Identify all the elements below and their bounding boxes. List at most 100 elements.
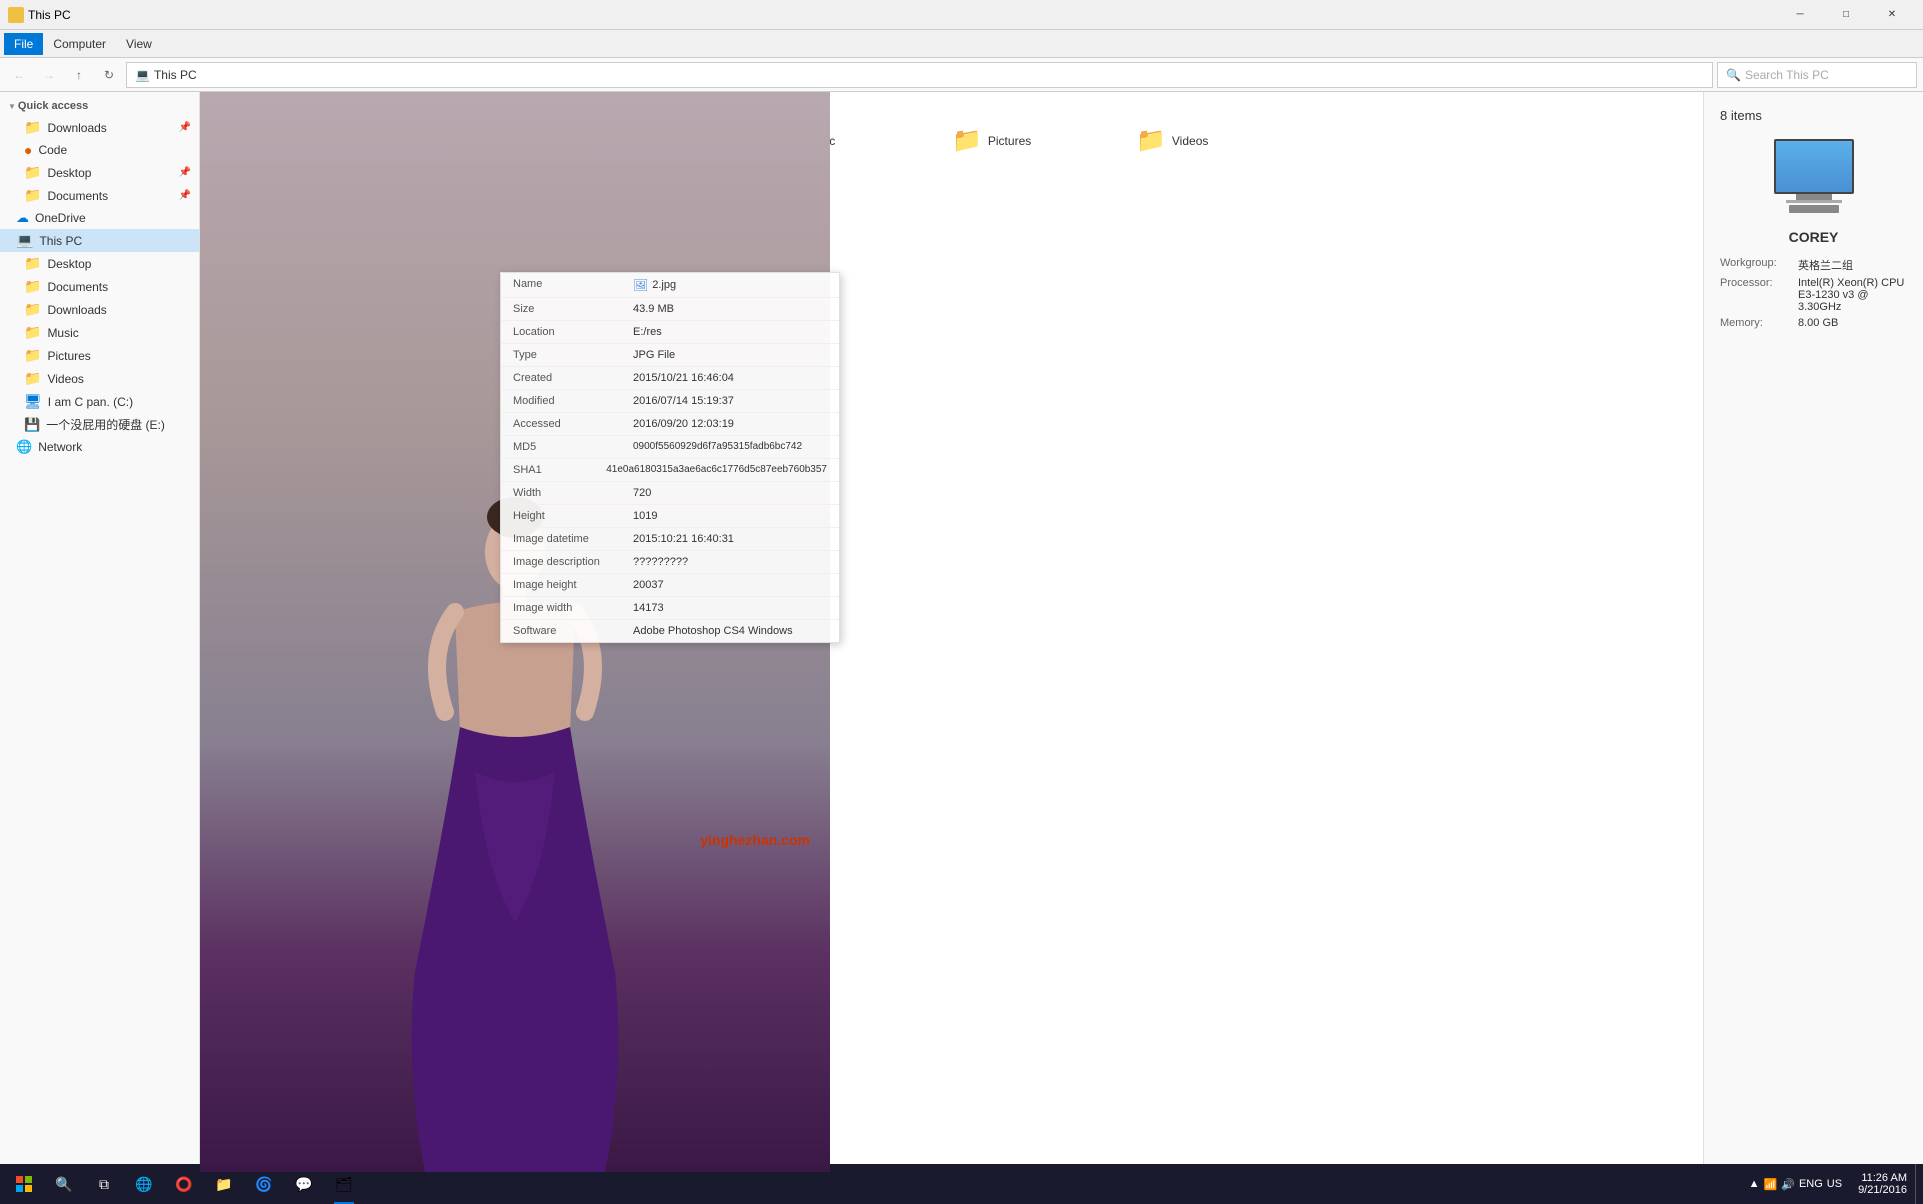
folder-icon: 📁 (1136, 126, 1166, 155)
info-label-type: Type (513, 349, 633, 361)
info-label-image-height: Image height (513, 579, 633, 591)
info-value-image-description: ????????? (633, 556, 827, 568)
content-area: ▼ Folders (6) 📁 Desktop 📁 Documents 📁 Do… (200, 92, 1703, 1172)
title-bar-controls: ─ □ ✕ (1777, 0, 1915, 30)
watermark: yinghezhan.com (700, 832, 810, 848)
pc-memory-label: Memory: (1720, 317, 1790, 329)
sidebar-item-label: OneDrive (35, 211, 86, 225)
sidebar-item-desktop-pc[interactable]: 📁 Desktop (0, 252, 199, 275)
ie-icon: 🌐 (135, 1176, 152, 1193)
sidebar-item-label: This PC (39, 234, 82, 248)
taskbar-cortana[interactable]: ⭕ (164, 1164, 204, 1204)
info-label-software: Software (513, 625, 633, 637)
taskbar-ie[interactable]: 🌐 (124, 1164, 164, 1204)
search-icon: 🔍 (55, 1176, 72, 1193)
sidebar-item-pictures[interactable]: 📁 Pictures (0, 344, 199, 367)
info-value-type: JPG File (633, 349, 827, 361)
sidebar-item-videos[interactable]: 📁 Videos (0, 367, 199, 390)
folder-item-videos[interactable]: 📁 Videos (1128, 122, 1308, 159)
monitor-screen (1774, 139, 1854, 194)
sidebar-item-downloads-pc[interactable]: 📁 Downloads (0, 298, 199, 321)
pc-name: COREY (1789, 229, 1839, 245)
sidebar-item-label: Downloads (47, 303, 106, 317)
folder-icon (8, 7, 24, 23)
title-bar-left: This PC (8, 7, 1777, 23)
chrome-icon: 🌀 (255, 1176, 272, 1193)
close-button[interactable]: ✕ (1869, 0, 1915, 30)
menu-view[interactable]: View (116, 33, 162, 55)
sidebar-item-desktop-quick[interactable]: 📁 Desktop 📌 (0, 161, 199, 184)
sidebar-item-music[interactable]: 📁 Music (0, 321, 199, 344)
info-value-sha1: 41e0a6180315a3ae6ac6c1776d5c87eeb760b357 (606, 464, 827, 476)
sidebar-item-onedrive[interactable]: ☁ OneDrive (0, 207, 199, 229)
menu-file[interactable]: File (4, 33, 43, 55)
info-value-image-datetime: 2015:10:21 16:40:31 (633, 533, 827, 545)
menu-computer[interactable]: Computer (43, 33, 116, 55)
sidebar-item-label: Downloads (47, 121, 106, 135)
info-value-image-height: 20037 (633, 579, 827, 591)
sidebar-item-drive-c[interactable]: 🖥 I am C pan. (C:) (0, 390, 199, 413)
info-label-location: Location (513, 326, 633, 338)
sidebar-item-documents-pc[interactable]: 📁 Documents (0, 275, 199, 298)
taskbar-system-tray: ▲ 📶 🔊 ENG US (1741, 1178, 1850, 1191)
info-value-md5: 0900f5560929d6f7a95315fadb6bc742 (633, 441, 827, 453)
folder-item-pictures[interactable]: 📁 Pictures (944, 122, 1124, 159)
sidebar-item-downloads-quick[interactable]: 📁 Downloads 📌 (0, 116, 199, 139)
title-bar-title: This PC (28, 8, 71, 22)
sidebar-item-label: Desktop (47, 166, 91, 180)
title-bar: This PC ─ □ ✕ (0, 0, 1923, 30)
info-row-image-description: Image description ????????? (501, 551, 839, 574)
sidebar-item-drive-e[interactable]: 💾 一个没屁用的硬盘 (E:) (0, 413, 199, 436)
info-value-modified: 2016/07/14 15:19:37 (633, 395, 827, 407)
pc-workgroup-label: Workgroup: (1720, 257, 1790, 269)
folder-icon: 📁 (24, 119, 41, 136)
pc-processor-label: Processor: (1720, 277, 1790, 289)
code-icon: ● (24, 142, 32, 158)
info-label-width: Width (513, 487, 633, 499)
info-label-name: Name (513, 278, 633, 292)
network-tray-icon: 📶 (1764, 1178, 1778, 1191)
taskbar-task-view[interactable]: ⧉ (84, 1164, 124, 1204)
folder-icon: 📁 (24, 301, 41, 318)
tray-arrow[interactable]: ▲ (1749, 1178, 1760, 1190)
info-label-image-datetime: Image datetime (513, 533, 633, 545)
sidebar-item-code[interactable]: ● Code (0, 139, 199, 161)
sidebar-item-label: 一个没屁用的硬盘 (E:) (46, 416, 165, 433)
sidebar-item-documents-quick[interactable]: 📁 Documents 📌 (0, 184, 199, 207)
info-label-md5: MD5 (513, 441, 633, 453)
taskbar-search[interactable]: 🔍 (44, 1164, 84, 1204)
search-box[interactable]: 🔍 Search This PC (1717, 62, 1917, 88)
info-row-accessed: Accessed 2016/09/20 12:03:19 (501, 413, 839, 436)
app-icon: 💬 (295, 1176, 312, 1193)
nav-forward-button[interactable]: → (36, 62, 62, 88)
info-value-location: E:/res (633, 326, 827, 338)
folder-icon: 📁 (215, 1176, 232, 1193)
info-label-size: Size (513, 303, 633, 315)
sidebar-item-network[interactable]: 🌐 Network (0, 436, 199, 458)
info-label-accessed: Accessed (513, 418, 633, 430)
explorer-icon: 🗂 (335, 1176, 353, 1193)
info-row-size: Size 43.9 MB (501, 298, 839, 321)
minimize-button[interactable]: ─ (1777, 0, 1823, 30)
info-value-created: 2015/10/21 16:46:04 (633, 372, 827, 384)
maximize-button[interactable]: □ (1823, 0, 1869, 30)
sidebar-item-this-pc[interactable]: 💻 This PC (0, 229, 199, 252)
info-value-name: 🖼 2.jpg (633, 278, 827, 292)
taskbar-time[interactable]: 11:26 AM 9/21/2016 (1850, 1172, 1915, 1196)
info-filename-text: 2.jpg (652, 279, 676, 291)
info-row-location: Location E:/res (501, 321, 839, 344)
nav-back-button[interactable]: ← (6, 62, 32, 88)
pc-processor-value: Intel(R) Xeon(R) CPU E3-1230 v3 @ 3.30GH… (1798, 277, 1907, 313)
sidebar-item-label: Documents (47, 280, 108, 294)
address-path[interactable]: 💻 This PC (126, 62, 1713, 88)
nav-refresh-button[interactable]: ↻ (96, 62, 122, 88)
sidebar-item-label: I am C pan. (C:) (48, 395, 133, 409)
taskbar-show-desktop[interactable] (1915, 1164, 1919, 1204)
windows-icon (16, 1176, 32, 1192)
sidebar-quick-access-header[interactable]: ▼ Quick access (0, 96, 199, 116)
info-label-image-description: Image description (513, 556, 633, 568)
nav-up-button[interactable]: ↑ (66, 62, 92, 88)
items-count: 8 items (1720, 108, 1762, 123)
taskbar-start-button[interactable] (4, 1164, 44, 1204)
volume-tray-icon: 🔊 (1781, 1178, 1795, 1191)
